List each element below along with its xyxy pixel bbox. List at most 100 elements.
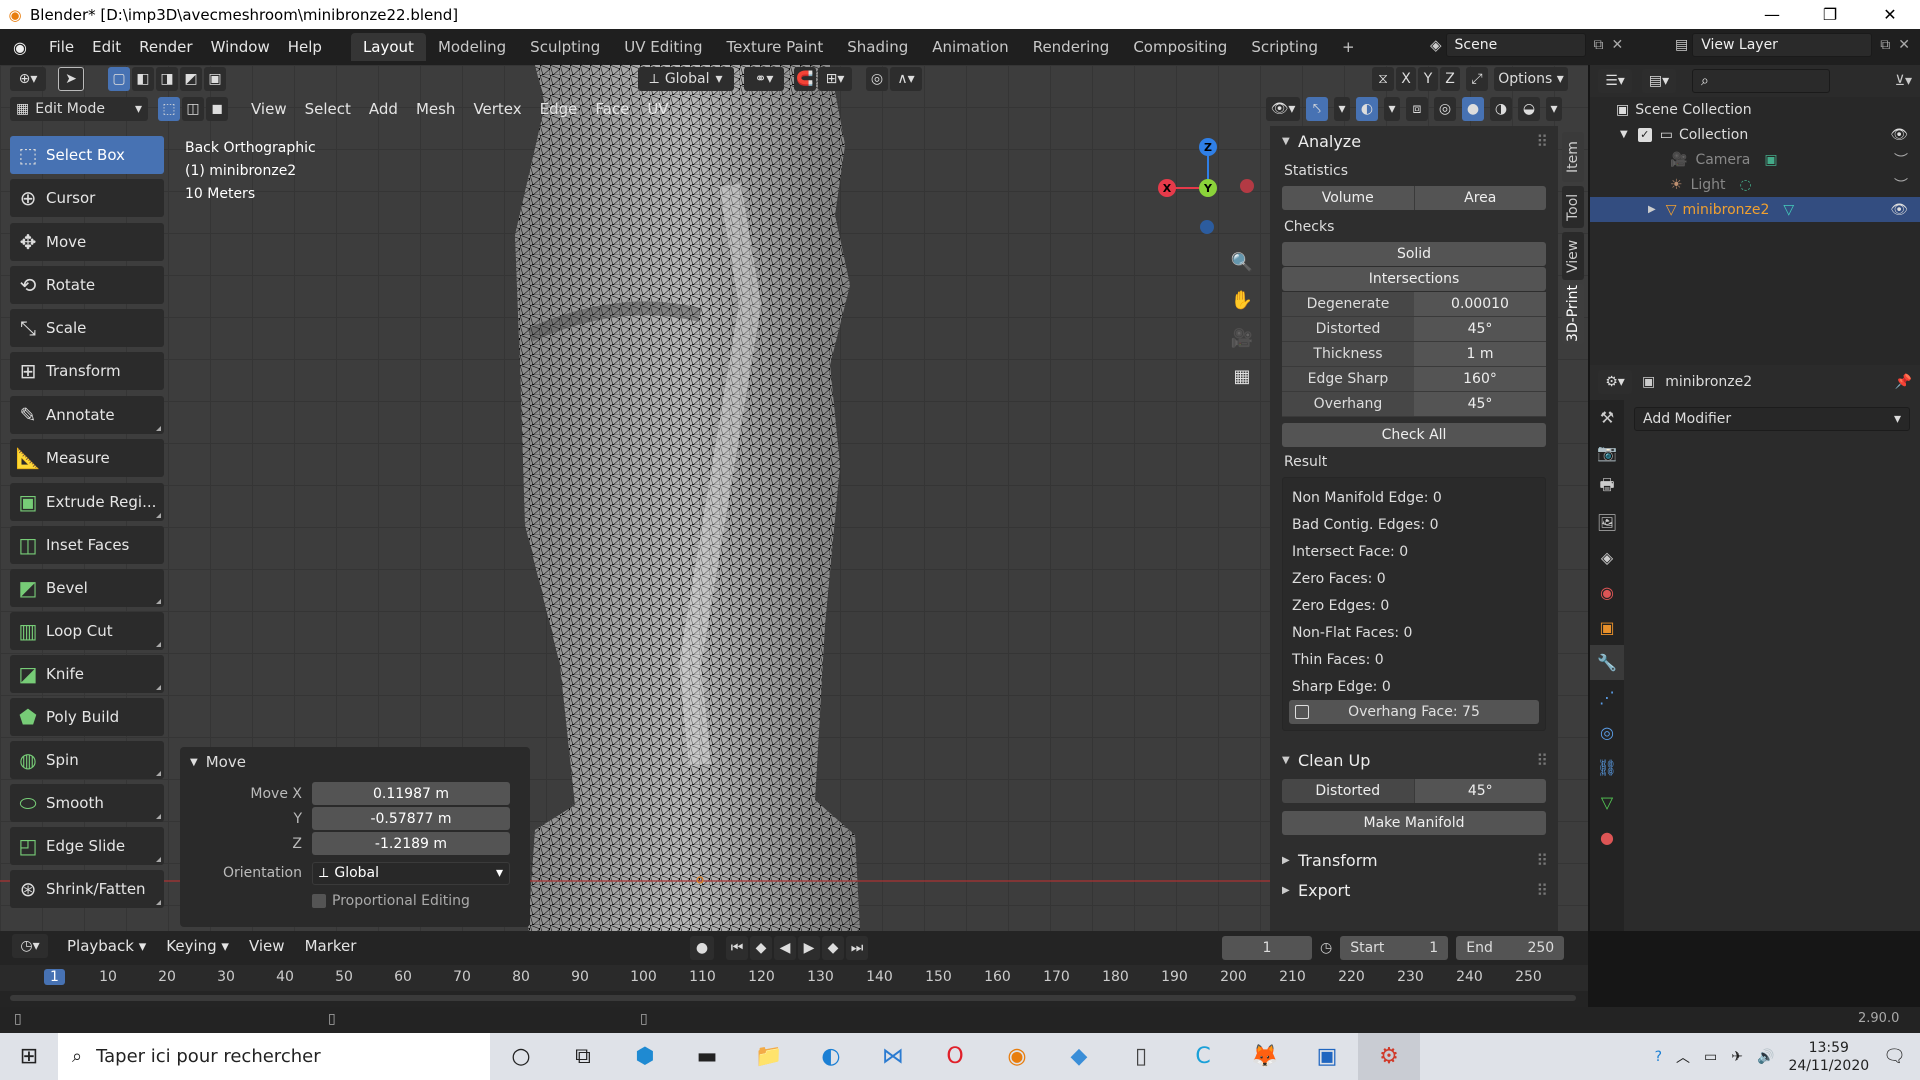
new-scene-icon[interactable]: ⧉: [1594, 37, 1604, 53]
physics-tab-icon[interactable]: ◎: [1590, 715, 1624, 750]
result-item[interactable]: Non-Flat Faces: 0: [1283, 619, 1545, 646]
gizmo-neg-z[interactable]: [1200, 220, 1214, 234]
select-mode-extend-icon[interactable]: ◧: [132, 67, 154, 91]
edge-browser-icon[interactable]: ◐: [800, 1033, 862, 1080]
play-icon[interactable]: ▶: [798, 936, 820, 960]
app-icon-3[interactable]: C: [1172, 1033, 1234, 1080]
menu-help[interactable]: Help: [279, 33, 331, 61]
tab-item[interactable]: Item: [1562, 132, 1584, 182]
tool-transform[interactable]: ⊞ Transform: [10, 352, 164, 390]
navigation-gizmo[interactable]: Z X Y: [1150, 130, 1270, 250]
constraints-tab-icon[interactable]: ⛓: [1590, 750, 1624, 785]
overhang-row[interactable]: Overhang 45°: [1282, 392, 1546, 417]
tool-move[interactable]: ✥ Move: [10, 223, 164, 261]
opera-icon[interactable]: O: [924, 1033, 986, 1080]
material-tab-icon[interactable]: ●: [1590, 820, 1624, 855]
options-dropdown[interactable]: Options ▾: [1494, 67, 1568, 91]
object-tab-icon[interactable]: ▣: [1590, 610, 1624, 645]
degenerate-row[interactable]: Degenerate 0.00010: [1282, 292, 1546, 317]
gimp-icon[interactable]: 🦊: [1234, 1033, 1296, 1080]
tool-shrink-fatten[interactable]: ⊛ Shrink/Fatten: [10, 870, 164, 908]
tool-knife[interactable]: ◪ Knife: [10, 655, 164, 693]
tab-3d-print[interactable]: 3D-Print: [1562, 284, 1584, 344]
select-mode-invert-icon[interactable]: ◩: [180, 67, 202, 91]
terminal-icon[interactable]: ▬: [676, 1033, 738, 1080]
area-button[interactable]: Area: [1414, 186, 1546, 210]
tool-spin[interactable]: ◍ Spin: [10, 741, 164, 779]
tab-texture-paint[interactable]: Texture Paint: [714, 33, 835, 61]
gizmo-dropdown-icon[interactable]: ▾: [1334, 97, 1350, 121]
tool-poly-build[interactable]: ⬟ Poly Build: [10, 698, 164, 736]
tool-inset-faces[interactable]: ◫ Inset Faces: [10, 526, 164, 564]
edge-sharp-row[interactable]: Edge Sharp 160°: [1282, 367, 1546, 392]
network-icon[interactable]: ✈: [1731, 1049, 1743, 1065]
menu-vertex[interactable]: Vertex: [464, 97, 530, 121]
move-x-field[interactable]: 0.11987 m: [312, 782, 510, 805]
close-button[interactable]: ✕: [1860, 0, 1920, 29]
mirror-icon[interactable]: ⧖: [1372, 67, 1394, 91]
result-item[interactable]: Intersect Face: 0: [1283, 538, 1545, 565]
move-y-field[interactable]: -0.57877 m: [312, 807, 510, 830]
app-icon-2[interactable]: ◆: [1048, 1033, 1110, 1080]
add-workspace-button[interactable]: +: [1330, 33, 1367, 61]
timeline-scrollbar[interactable]: [10, 995, 1576, 1001]
camera-view-icon[interactable]: 🎥: [1227, 319, 1257, 357]
record-icon[interactable]: ●: [690, 936, 714, 960]
tab-layout[interactable]: Layout: [350, 33, 426, 61]
tool-select-box[interactable]: ⬚ Select Box: [10, 136, 164, 174]
overlay-toggle-icon[interactable]: ◐: [1356, 97, 1378, 121]
menu-keying[interactable]: Keying ▾: [157, 934, 238, 958]
snap-icon[interactable]: 🧲: [794, 67, 816, 91]
menu-render[interactable]: Render: [130, 33, 201, 61]
app-icon[interactable]: ⬢: [614, 1033, 676, 1080]
maximize-button[interactable]: ❐: [1800, 0, 1860, 29]
visibility-icon[interactable]: 👁▾: [1266, 97, 1300, 121]
mode-dropdown[interactable]: ▦ Edit Mode ▾: [10, 97, 148, 121]
play-reverse-icon[interactable]: ◀: [774, 936, 796, 960]
minimize-button[interactable]: —: [1742, 0, 1802, 29]
tray-chevron-icon[interactable]: ︿: [1676, 1047, 1690, 1067]
distorted-cleanup-button[interactable]: Distorted: [1282, 779, 1415, 803]
tab-shading[interactable]: Shading: [835, 33, 920, 61]
select-mode-new-icon[interactable]: ▢: [108, 67, 130, 91]
clock[interactable]: 13:59 24/11/2020: [1788, 1039, 1869, 1075]
pan-hand-icon[interactable]: ✋: [1227, 281, 1257, 319]
auto-merge-icon[interactable]: ⤢: [1466, 67, 1488, 91]
task-view-icon[interactable]: ⧉: [552, 1033, 614, 1080]
timeline-editor-icon[interactable]: ◷▾: [12, 934, 48, 958]
gizmo-z-axis[interactable]: Z: [1199, 138, 1217, 156]
outliner-camera[interactable]: 🎥 Camera ▣ ︶: [1590, 147, 1920, 172]
gizmo-x-axis[interactable]: X: [1158, 179, 1176, 197]
orientation-dropdown[interactable]: ⟂ Global ▾: [312, 861, 510, 885]
eye-icon[interactable]: 👁: [1890, 202, 1908, 218]
tab-view[interactable]: View: [1562, 232, 1584, 280]
outliner-scene-collection[interactable]: ▣ Scene Collection: [1590, 97, 1920, 122]
jump-end-icon[interactable]: ⏭: [846, 936, 868, 960]
tool-tab-icon[interactable]: ⚒: [1590, 400, 1624, 435]
proportional-checkbox[interactable]: [312, 893, 326, 908]
export-panel-header[interactable]: ▶ Export ⠿: [1270, 875, 1558, 905]
tool-bevel[interactable]: ◩ Bevel: [10, 569, 164, 607]
outliner-editor-icon[interactable]: ☰▾: [1598, 69, 1632, 93]
menu-edit[interactable]: Edit: [83, 33, 130, 61]
drag-handle-icon[interactable]: ⠿: [1536, 132, 1548, 151]
overlay-dropdown-icon[interactable]: ▾: [1384, 97, 1400, 121]
vertex-select-icon[interactable]: ⬚: [158, 97, 180, 121]
expand-icon[interactable]: ▶: [1648, 204, 1656, 215]
solid-shading-icon[interactable]: ●: [1462, 97, 1484, 121]
tool-measure[interactable]: 📐 Measure: [10, 439, 164, 477]
solid-button[interactable]: Solid: [1282, 242, 1546, 266]
mirror-x-button[interactable]: X: [1396, 67, 1416, 91]
cleanup-panel-header[interactable]: ▼ Clean Up ⠿: [1270, 745, 1558, 775]
result-item[interactable]: Bad Contig. Edges: 0: [1283, 511, 1545, 538]
filter-icon[interactable]: ⊻▾: [1895, 73, 1912, 89]
particles-tab-icon[interactable]: ⋰: [1590, 680, 1624, 715]
menu-edge[interactable]: Edge: [531, 97, 587, 121]
material-shading-icon[interactable]: ◑: [1490, 97, 1512, 121]
outliner-search[interactable]: ⌕: [1692, 69, 1830, 93]
modifier-tab-icon[interactable]: 🔧: [1590, 645, 1624, 680]
delete-scene-icon[interactable]: ✕: [1612, 37, 1624, 53]
intersections-button[interactable]: Intersections: [1282, 267, 1546, 291]
checkbox-icon[interactable]: ✓: [1637, 127, 1652, 142]
result-item[interactable]: Zero Faces: 0: [1283, 565, 1545, 592]
